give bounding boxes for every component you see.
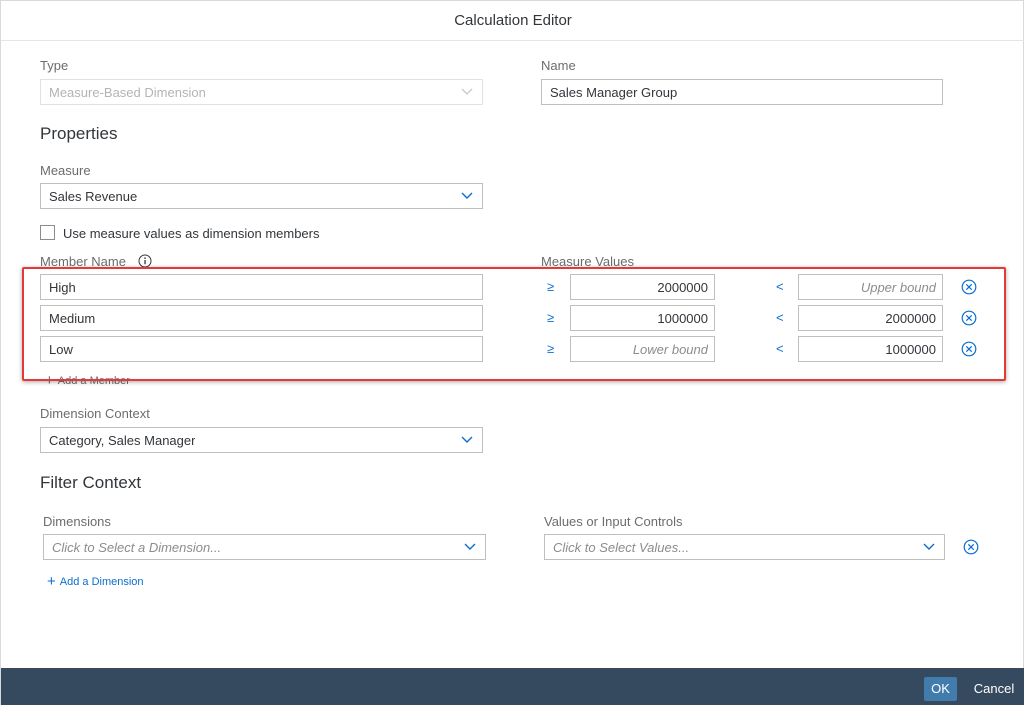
add-dimension-link[interactable]: + Add a Dimension [47,573,144,590]
values-placeholder: Click to Select Values... [553,540,690,555]
cancel-button[interactable]: Cancel [966,677,1022,701]
values-select[interactable]: Click to Select Values... [544,534,945,560]
dimension-select[interactable]: Click to Select a Dimension... [43,534,486,560]
name-label: Name [541,58,576,73]
measure-label: Measure [40,163,91,178]
dimension-context-label: Dimension Context [40,406,150,421]
dimension-context-value: Category, Sales Manager [49,433,196,448]
ok-button[interactable]: OK [924,677,957,701]
values-label: Values or Input Controls [544,514,683,529]
dialog-title: Calculation Editor [454,12,572,29]
type-label: Type [40,58,69,73]
dimension-placeholder: Click to Select a Dimension... [52,540,222,555]
dimension-context-select[interactable]: Category, Sales Manager [40,427,483,453]
chevron-down-icon[interactable] [463,539,477,553]
highlight-box [22,267,1006,381]
remove-filter-icon[interactable] [963,539,979,555]
type-value: Measure-Based Dimension [49,85,206,100]
chevron-down-icon[interactable] [460,432,474,446]
dialog-header: Calculation Editor [1,1,1024,41]
use-measure-values-checkbox[interactable] [40,225,55,240]
chevron-down-icon[interactable] [922,539,936,553]
chevron-down-icon [461,88,473,95]
plus-icon: + [47,573,56,590]
filter-context-heading: Filter Context [40,473,142,492]
measure-value: Sales Revenue [49,189,138,204]
info-icon[interactable] [138,254,152,268]
chevron-down-icon[interactable] [460,188,474,202]
calculation-editor-dialog: Calculation Editor Type Measure-Based Di… [0,0,1024,705]
name-input[interactable]: Sales Manager Group [541,79,943,105]
type-select: Measure-Based Dimension [40,79,483,105]
dimensions-label: Dimensions [43,514,111,529]
name-value: Sales Manager Group [550,85,678,100]
dialog-footer [1,668,1024,705]
add-dimension-label: Add a Dimension [59,576,144,588]
measure-select[interactable]: Sales Revenue [40,183,483,209]
properties-heading: Properties [40,124,118,143]
use-measure-values-label: Use measure values as dimension members [63,226,320,241]
